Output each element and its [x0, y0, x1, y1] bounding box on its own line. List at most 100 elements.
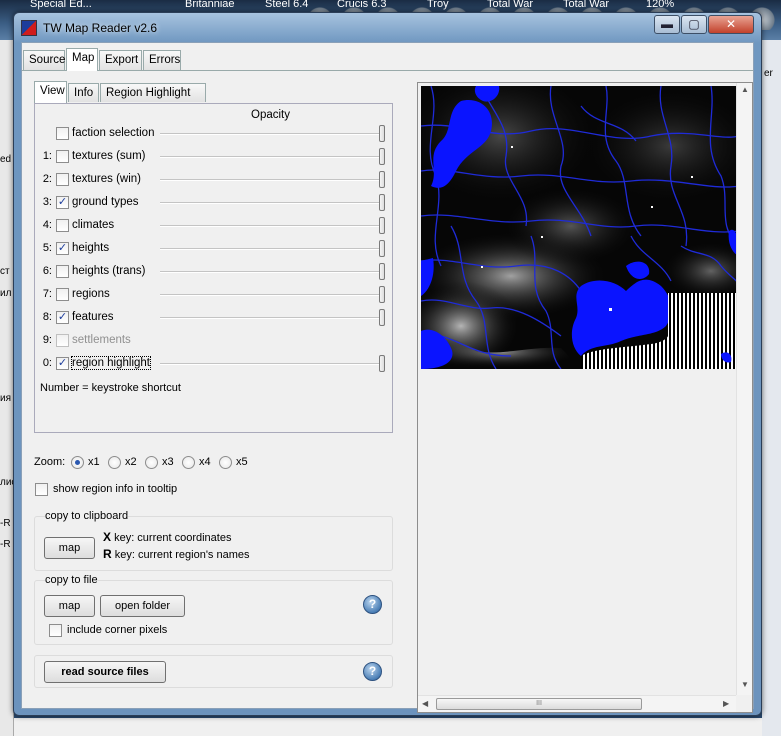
- background-text: -R: [0, 518, 11, 529]
- clipboard-group: copy to clipboard map X key: current coo…: [34, 510, 393, 571]
- opacity-slider-thumb[interactable]: [379, 263, 385, 280]
- layer-row-regions: 7: regions: [35, 286, 394, 304]
- layer-row-textures-sum: 1: textures (sum): [35, 148, 394, 166]
- layer-number: 2:: [42, 173, 52, 185]
- opacity-slider-track[interactable]: [160, 133, 383, 135]
- file-map-button[interactable]: map: [44, 595, 95, 617]
- read-source-help-icon[interactable]: ?: [363, 662, 382, 681]
- layer-label: textures (win): [72, 173, 142, 185]
- tab-export[interactable]: Export: [99, 50, 142, 70]
- app-window: TW Map Reader v2.6 ▬ ▢ ✕ Source Map Expo…: [13, 12, 762, 716]
- opacity-slider-track[interactable]: [160, 202, 383, 204]
- scroll-up-icon[interactable]: ▲: [741, 85, 749, 94]
- layer-checkbox[interactable]: [56, 150, 69, 163]
- horizontal-scroll-thumb[interactable]: III: [436, 698, 642, 710]
- desktop-label: Special Ed...: [30, 0, 92, 10]
- opacity-slider-thumb[interactable]: [379, 148, 385, 165]
- r-key-desc: key: current region's names: [114, 549, 250, 561]
- file-title: copy to file: [45, 574, 98, 586]
- background-window-left: ed ст ил ия лиc -R -R: [0, 40, 16, 736]
- background-text: -R: [0, 539, 11, 550]
- opacity-slider-thumb[interactable]: [379, 309, 385, 326]
- opacity-slider-track[interactable]: [160, 294, 383, 296]
- maximize-button[interactable]: ▢: [681, 15, 707, 34]
- map-viewport[interactable]: ▲ ▼ ◀ III ▶: [417, 82, 753, 713]
- tab-errors[interactable]: Errors: [143, 50, 181, 70]
- vertical-scrollbar[interactable]: ▲ ▼: [736, 83, 752, 695]
- layer-number: 9:: [42, 334, 52, 346]
- zoom-x3-radio[interactable]: [145, 456, 158, 469]
- opacity-slider-track[interactable]: [160, 271, 383, 273]
- opacity-slider-track[interactable]: [160, 248, 383, 250]
- layer-checkbox[interactable]: [56, 219, 69, 232]
- opacity-slider-track[interactable]: [160, 317, 383, 319]
- background-text: ст: [0, 266, 10, 277]
- layer-checkbox-checked[interactable]: ✓: [56, 196, 69, 209]
- opacity-slider-thumb[interactable]: [379, 286, 385, 303]
- layer-row-heights: 5: ✓ heights: [35, 240, 394, 258]
- zoom-x2-radio[interactable]: [108, 456, 121, 469]
- zoom-option-label: x2: [125, 456, 137, 468]
- layer-checkbox-checked[interactable]: ✓: [56, 311, 69, 324]
- file-help-icon[interactable]: ?: [363, 595, 382, 614]
- background-text: ed: [0, 154, 12, 165]
- tab-map[interactable]: Map: [66, 48, 98, 71]
- layer-label: heights (trans): [72, 265, 146, 277]
- opacity-slider-track[interactable]: [160, 156, 383, 158]
- map-render: [421, 86, 739, 369]
- desktop-label: Britanniae: [185, 0, 235, 10]
- layer-number: 0:: [42, 357, 52, 369]
- layer-checkbox[interactable]: [56, 265, 69, 278]
- title-bar[interactable]: TW Map Reader v2.6 ▬ ▢ ✕: [14, 13, 761, 43]
- opacity-slider-track[interactable]: [160, 363, 383, 365]
- layer-checkbox-checked[interactable]: ✓: [56, 357, 69, 370]
- layer-checkbox[interactable]: [56, 173, 69, 186]
- tab-info[interactable]: Info: [68, 83, 99, 102]
- corner-pixels-checkbox[interactable]: [49, 624, 62, 637]
- layer-row-climates: 4: climates: [35, 217, 394, 235]
- opacity-slider-thumb[interactable]: [379, 355, 385, 372]
- layer-list: Opacity faction selection 1: textures (s…: [34, 103, 393, 433]
- layer-number: 1:: [42, 150, 52, 162]
- opacity-slider-thumb[interactable]: [379, 171, 385, 188]
- scroll-down-icon[interactable]: ▼: [741, 680, 749, 689]
- tab-source[interactable]: Source: [23, 50, 65, 70]
- close-button[interactable]: ✕: [708, 15, 754, 34]
- layer-checkbox-checked[interactable]: ✓: [56, 242, 69, 255]
- opacity-slider-thumb[interactable]: [379, 240, 385, 257]
- minimize-button[interactable]: ▬: [654, 15, 680, 34]
- shortcut-note: Number = keystroke shortcut: [40, 382, 181, 394]
- layer-row-textures-win: 2: textures (win): [35, 171, 394, 189]
- opacity-slider-thumb[interactable]: [379, 194, 385, 211]
- layer-label: settlements: [72, 334, 131, 346]
- tooltip-label: show region info in tooltip: [53, 483, 178, 495]
- layer-checkbox[interactable]: [56, 288, 69, 301]
- read-source-files-button[interactable]: read source files: [44, 661, 166, 683]
- r-key: R: [103, 547, 112, 561]
- desktop-label: Troy: [427, 0, 449, 10]
- scroll-right-icon[interactable]: ▶: [723, 699, 729, 708]
- open-folder-button[interactable]: open folder: [100, 595, 185, 617]
- zoom-option-label: x5: [236, 456, 248, 468]
- layer-checkbox[interactable]: [56, 127, 69, 140]
- opacity-header: Opacity: [251, 109, 290, 121]
- zoom-x1-radio[interactable]: [71, 456, 84, 469]
- zoom-option-label: x1: [88, 456, 100, 468]
- zoom-x4-radio[interactable]: [182, 456, 195, 469]
- tab-view[interactable]: View: [34, 81, 67, 103]
- zoom-x5-radio[interactable]: [219, 456, 232, 469]
- layer-number: 8:: [42, 311, 52, 323]
- opacity-slider-thumb[interactable]: [379, 125, 385, 142]
- map-image[interactable]: [421, 86, 739, 369]
- horizontal-scrollbar[interactable]: ◀ III ▶: [418, 695, 736, 712]
- opacity-slider-thumb[interactable]: [379, 217, 385, 234]
- layer-checkbox-disabled: [56, 334, 69, 347]
- tab-region-highlight[interactable]: Region Highlight: [100, 83, 206, 102]
- opacity-slider-track[interactable]: [160, 225, 383, 227]
- clipboard-map-button[interactable]: map: [44, 537, 95, 559]
- scroll-left-icon[interactable]: ◀: [422, 699, 428, 708]
- corner-pixels-label: include corner pixels: [67, 624, 168, 636]
- terrain-shade: [501, 186, 641, 266]
- tooltip-checkbox[interactable]: [35, 483, 48, 496]
- opacity-slider-track[interactable]: [160, 179, 383, 181]
